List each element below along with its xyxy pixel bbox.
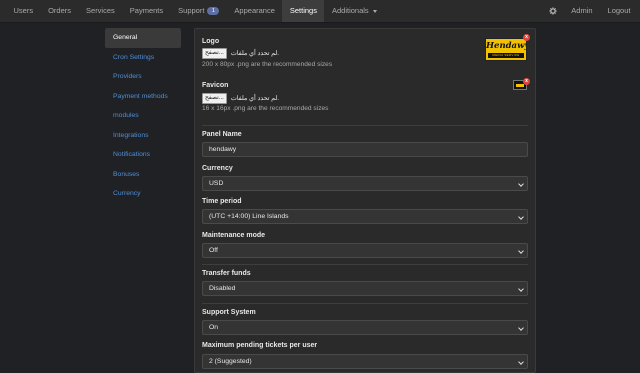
nav-orders-label: Orders bbox=[48, 6, 72, 15]
nav-support-label: Support bbox=[178, 6, 205, 15]
currency-select[interactable]: USD bbox=[202, 176, 528, 191]
currency-label: Currency bbox=[202, 165, 233, 172]
sidebar-item-payment-methods[interactable]: Payment methods bbox=[105, 87, 181, 107]
time-period-label: Time period bbox=[202, 198, 242, 205]
nav-settings[interactable]: Settings bbox=[282, 0, 325, 22]
settings-sidebar: General Cron Settings Providers Payment … bbox=[105, 28, 181, 204]
logo-browse-button[interactable]: تصفح... bbox=[202, 48, 227, 59]
caret-down-icon bbox=[372, 9, 377, 13]
max-pending-tickets-select[interactable]: 2 (Suggested) bbox=[202, 354, 528, 369]
chevron-down-icon bbox=[518, 286, 524, 292]
chevron-down-icon bbox=[518, 359, 524, 365]
support-system-label: Support System bbox=[202, 309, 256, 316]
favicon-size-hint: 16 x 16px .png are the recommended sizes bbox=[202, 105, 329, 112]
nav-settings-label: Settings bbox=[289, 6, 317, 15]
nav-appearance[interactable]: Appearance bbox=[227, 0, 282, 22]
nav-logout-label: Logout bbox=[607, 6, 631, 15]
sidebar-item-integrations[interactable]: Integrations bbox=[105, 126, 181, 146]
logo-file-status: لم تحدد أي ملفات. bbox=[230, 50, 279, 57]
chevron-down-icon bbox=[518, 214, 524, 220]
nav-additionals-dropdown[interactable]: Additionals bbox=[324, 0, 384, 22]
nav-users[interactable]: Users bbox=[6, 0, 41, 22]
nav-admin-label: Admin bbox=[571, 6, 593, 15]
gear-icon[interactable] bbox=[542, 0, 564, 22]
panel-name-label: Panel Name bbox=[202, 131, 242, 138]
time-period-select[interactable]: (UTC +14:00) Line Islands bbox=[202, 209, 528, 224]
main-nav: Users Orders Services Payments Support 1 … bbox=[6, 0, 384, 22]
logo-file-input[interactable]: تصفح... لم تحدد أي ملفات. bbox=[202, 48, 279, 59]
logo-preview-title: Hendawy bbox=[486, 41, 527, 51]
section-divider bbox=[202, 303, 528, 304]
logo-preview-image: Hendawy MEDIA SERVICE bbox=[485, 38, 527, 61]
favicon-browse-button[interactable]: تصفح... bbox=[202, 93, 227, 104]
max-pending-tickets-label: Maximum pending tickets per user bbox=[202, 342, 318, 349]
support-system-select[interactable]: On bbox=[202, 320, 528, 335]
maintenance-mode-label: Maintenance mode bbox=[202, 232, 266, 239]
nav-logout[interactable]: Logout bbox=[600, 0, 638, 22]
sidebar-item-cron-settings[interactable]: Cron Settings bbox=[105, 48, 181, 68]
nav-payments-label: Payments bbox=[129, 6, 164, 15]
nav-payments[interactable]: Payments bbox=[122, 0, 170, 22]
logo-label: Logo bbox=[202, 38, 220, 45]
sidebar-item-providers[interactable]: Providers bbox=[105, 67, 181, 87]
logo-delete-icon[interactable]: x bbox=[523, 34, 530, 41]
logo-size-hint: 200 x 80px .png are the recommended size… bbox=[202, 61, 333, 68]
support-count-badge: 1 bbox=[207, 7, 220, 15]
nav-admin[interactable]: Admin bbox=[564, 0, 600, 22]
transfer-funds-value: Disabled bbox=[209, 285, 236, 292]
nav-support[interactable]: Support 1 bbox=[171, 0, 227, 22]
sidebar-item-modules[interactable]: modules bbox=[105, 106, 181, 126]
transfer-funds-label: Transfer funds bbox=[202, 270, 251, 277]
favicon-label: Favicon bbox=[202, 82, 229, 89]
general-settings-panel: Logo تصفح... لم تحدد أي ملفات. 200 x 80p… bbox=[194, 28, 536, 373]
maintenance-mode-select[interactable]: Off bbox=[202, 243, 528, 258]
top-navbar: Users Orders Services Payments Support 1 … bbox=[0, 0, 640, 23]
favicon-delete-icon[interactable]: x bbox=[523, 78, 530, 85]
sidebar-item-bonuses[interactable]: Bonuses bbox=[105, 165, 181, 185]
favicon-file-status: لم تحدد أي ملفات. bbox=[230, 95, 279, 102]
nav-additionals-label: Additionals bbox=[331, 6, 369, 15]
nav-appearance-label: Appearance bbox=[234, 6, 275, 15]
nav-orders[interactable]: Orders bbox=[41, 0, 79, 22]
max-pending-tickets-value: 2 (Suggested) bbox=[209, 358, 252, 365]
chevron-down-icon bbox=[518, 181, 524, 187]
time-period-value: (UTC +14:00) Line Islands bbox=[209, 213, 289, 220]
transfer-funds-select[interactable]: Disabled bbox=[202, 281, 528, 296]
maintenance-mode-value: Off bbox=[209, 247, 218, 254]
chevron-down-icon bbox=[518, 248, 524, 254]
sidebar-item-general[interactable]: General bbox=[105, 28, 181, 48]
support-system-value: On bbox=[209, 324, 219, 331]
section-divider bbox=[202, 125, 528, 126]
section-divider bbox=[202, 264, 528, 265]
nav-users-label: Users bbox=[13, 6, 34, 15]
favicon-file-input[interactable]: تصفح... لم تحدد أي ملفات. bbox=[202, 93, 279, 104]
currency-value: USD bbox=[209, 180, 224, 187]
user-nav: Admin Logout bbox=[542, 0, 638, 22]
panel-name-input[interactable]: hendawy bbox=[202, 142, 528, 157]
nav-services-label: Services bbox=[86, 6, 115, 15]
nav-services[interactable]: Services bbox=[79, 0, 123, 22]
sidebar-item-notifications[interactable]: Notifications bbox=[105, 145, 181, 165]
logo-preview-subtitle: MEDIA SERVICE bbox=[488, 53, 524, 58]
chevron-down-icon bbox=[518, 325, 524, 331]
sidebar-item-currency[interactable]: Currency bbox=[105, 184, 181, 204]
